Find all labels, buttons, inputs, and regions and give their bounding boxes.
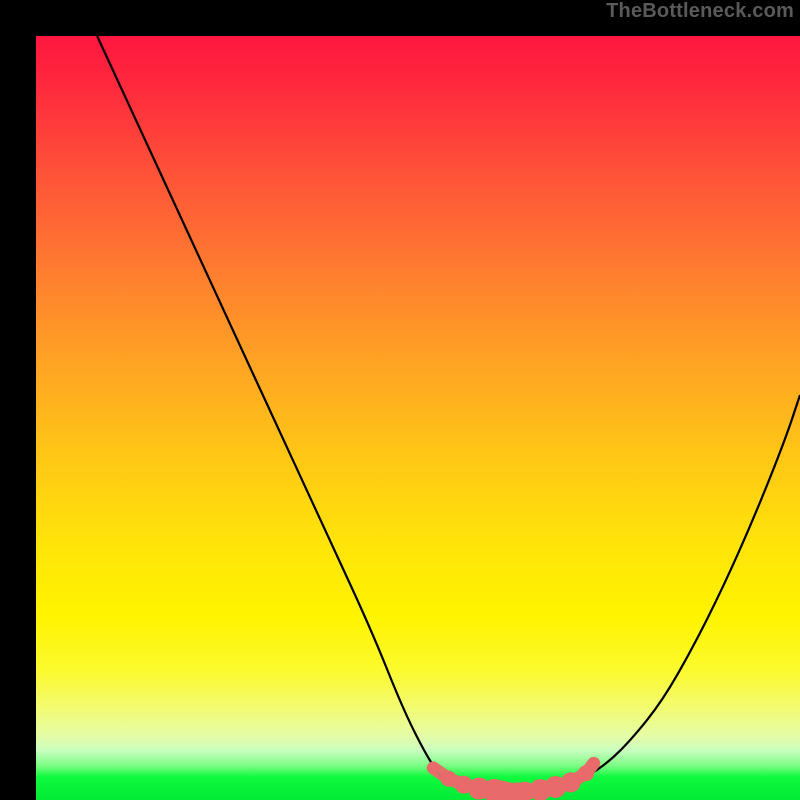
- curve-right-branch: [586, 395, 800, 777]
- chart-svg: [36, 36, 800, 800]
- watermark-text: TheBottleneck.com: [606, 0, 794, 23]
- optimal-marker: [427, 762, 439, 774]
- curve-left-branch: [97, 36, 441, 777]
- optimal-marker: [441, 771, 457, 787]
- chart-plot-area: [36, 36, 800, 800]
- bottleneck-curve: [97, 36, 800, 792]
- chart-frame: [18, 18, 782, 782]
- optimal-range-markers: [427, 757, 599, 800]
- optimal-marker: [588, 757, 600, 769]
- optimal-marker: [561, 772, 581, 792]
